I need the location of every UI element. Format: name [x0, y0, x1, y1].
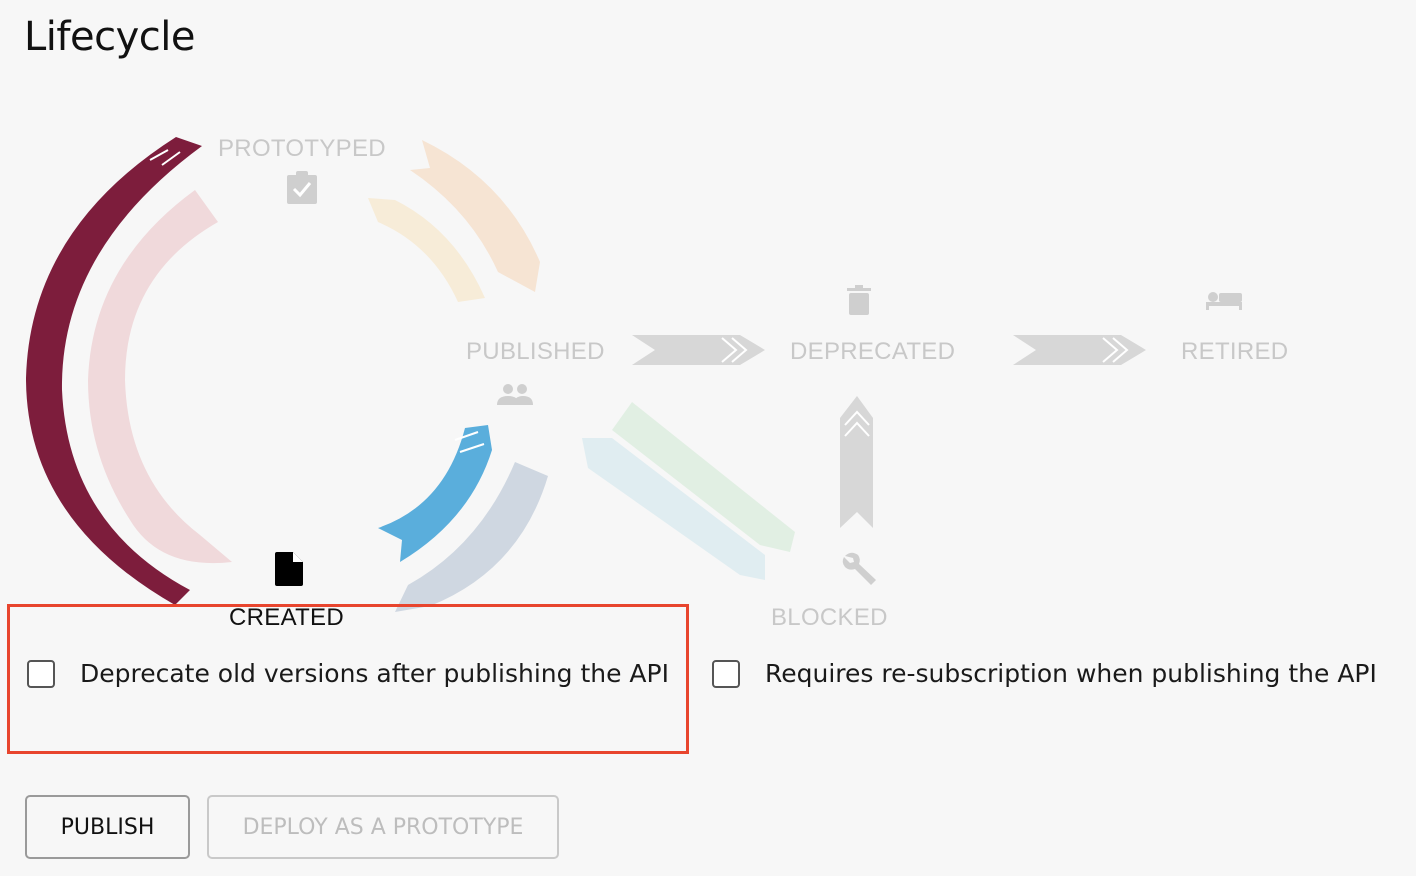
bed-icon: [1206, 292, 1242, 310]
arrow-blocked-to-deprecated: [840, 396, 873, 528]
trash-icon: [847, 285, 871, 315]
state-label-blocked: BLOCKED: [771, 604, 888, 631]
state-label-published: PUBLISHED: [466, 338, 605, 365]
document-icon: [275, 552, 303, 586]
requires-resubscription-checkbox[interactable]: [712, 659, 740, 688]
deprecate-old-versions-option[interactable]: Deprecate old versions after publishing …: [27, 659, 669, 688]
state-label-prototyped: PROTOTYPED: [218, 135, 386, 162]
wrench-icon: [842, 552, 876, 585]
arrow-prototyped-to-published: [410, 140, 540, 292]
deprecate-old-versions-checkbox[interactable]: [27, 659, 55, 688]
deploy-as-prototype-button[interactable]: DEPLOY AS A PROTOTYPE: [207, 795, 559, 859]
people-icon: [497, 384, 533, 405]
requires-resubscription-option[interactable]: Requires re-subscription when publishing…: [712, 659, 1377, 688]
arrow-prototyped-to-created: [88, 190, 232, 564]
deprecate-old-versions-label: Deprecate old versions after publishing …: [80, 659, 669, 688]
clipboard-check-icon: [287, 171, 317, 204]
publish-button[interactable]: PUBLISH: [25, 795, 190, 859]
requires-resubscription-label: Requires re-subscription when publishing…: [765, 659, 1377, 688]
state-label-retired: RETIRED: [1181, 338, 1289, 365]
state-label-deprecated: DEPRECATED: [790, 338, 956, 365]
